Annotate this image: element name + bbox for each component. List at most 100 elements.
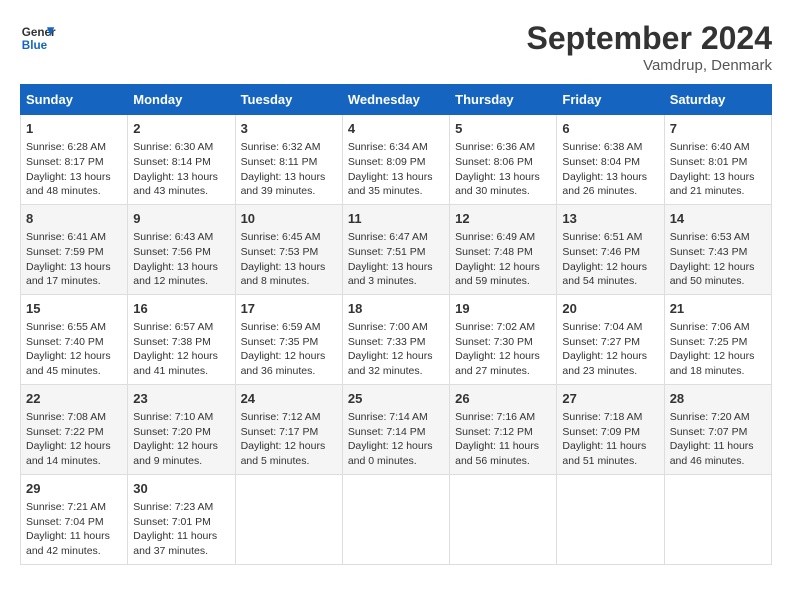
day-number: 19 [455,300,551,318]
day-number: 28 [670,390,766,408]
day-number: 22 [26,390,122,408]
day-info: Sunrise: 6:38 AM Sunset: 8:04 PM Dayligh… [562,140,658,199]
day-info: Sunrise: 6:47 AM Sunset: 7:51 PM Dayligh… [348,230,444,289]
day-number: 29 [26,480,122,498]
day-info: Sunrise: 6:43 AM Sunset: 7:56 PM Dayligh… [133,230,229,289]
day-number: 11 [348,210,444,228]
day-info: Sunrise: 7:14 AM Sunset: 7:14 PM Dayligh… [348,410,444,469]
day-number: 23 [133,390,229,408]
weekday-header-row: SundayMondayTuesdayWednesdayThursdayFrid… [21,85,772,115]
day-number: 13 [562,210,658,228]
calendar-cell: 18 Sunrise: 7:00 AM Sunset: 7:33 PM Dayli… [342,294,449,384]
day-number: 16 [133,300,229,318]
day-info: Sunrise: 6:49 AM Sunset: 7:48 PM Dayligh… [455,230,551,289]
week-row-4: 22 Sunrise: 7:08 AM Sunset: 7:22 PM Dayli… [21,384,772,474]
header: General Blue September 2024 Vamdrup, Den… [20,20,772,74]
day-info: Sunrise: 6:30 AM Sunset: 8:14 PM Dayligh… [133,140,229,199]
weekday-header-friday: Friday [557,85,664,115]
calendar-cell: 27 Sunrise: 7:18 AM Sunset: 7:09 PM Dayli… [557,384,664,474]
day-info: Sunrise: 7:12 AM Sunset: 7:17 PM Dayligh… [241,410,337,469]
day-number: 24 [241,390,337,408]
weekday-header-wednesday: Wednesday [342,85,449,115]
week-row-5: 29Sunrise: 7:21 AM Sunset: 7:04 PM Dayli… [21,474,772,564]
day-number: 17 [241,300,337,318]
week-row-2: 8Sunrise: 6:41 AM Sunset: 7:59 PM Daylig… [21,204,772,294]
calendar-cell: 6 Sunrise: 6:38 AM Sunset: 8:04 PM Daylig… [557,115,664,205]
day-number: 2 [133,120,229,138]
title-area: September 2024 Vamdrup, Denmark [527,20,772,74]
day-info: Sunrise: 7:00 AM Sunset: 7:33 PM Dayligh… [348,320,444,379]
day-number: 3 [241,120,337,138]
day-info: Sunrise: 7:10 AM Sunset: 7:20 PM Dayligh… [133,410,229,469]
day-info: Sunrise: 7:06 AM Sunset: 7:25 PM Dayligh… [670,320,766,379]
calendar-cell: 24 Sunrise: 7:12 AM Sunset: 7:17 PM Dayli… [235,384,342,474]
calendar-cell: 23 Sunrise: 7:10 AM Sunset: 7:20 PM Dayli… [128,384,235,474]
day-info: Sunrise: 6:51 AM Sunset: 7:46 PM Dayligh… [562,230,658,289]
calendar-cell [557,474,664,564]
day-number: 26 [455,390,551,408]
calendar-cell [342,474,449,564]
weekday-header-thursday: Thursday [450,85,557,115]
calendar-cell [664,474,771,564]
day-info: Sunrise: 6:28 AM Sunset: 8:17 PM Dayligh… [26,140,122,199]
day-info: Sunrise: 7:16 AM Sunset: 7:12 PM Dayligh… [455,410,551,469]
calendar-cell: 19 Sunrise: 7:02 AM Sunset: 7:30 PM Dayli… [450,294,557,384]
day-number: 20 [562,300,658,318]
calendar-cell: 4 Sunrise: 6:34 AM Sunset: 8:09 PM Daylig… [342,115,449,205]
day-info: Sunrise: 6:45 AM Sunset: 7:53 PM Dayligh… [241,230,337,289]
calendar-cell: 3 Sunrise: 6:32 AM Sunset: 8:11 PM Daylig… [235,115,342,205]
weekday-header-saturday: Saturday [664,85,771,115]
day-info: Sunrise: 7:18 AM Sunset: 7:09 PM Dayligh… [562,410,658,469]
week-row-1: 1 Sunrise: 6:28 AM Sunset: 8:17 PM Daylig… [21,115,772,205]
calendar-cell: 9Sunrise: 6:43 AM Sunset: 7:56 PM Daylig… [128,204,235,294]
svg-text:Blue: Blue [22,39,48,52]
calendar-cell [235,474,342,564]
day-info: Sunrise: 6:59 AM Sunset: 7:35 PM Dayligh… [241,320,337,379]
calendar-cell: 21Sunrise: 7:06 AM Sunset: 7:25 PM Dayli… [664,294,771,384]
day-info: Sunrise: 6:40 AM Sunset: 8:01 PM Dayligh… [670,140,766,199]
calendar-cell: 15Sunrise: 6:55 AM Sunset: 7:40 PM Dayli… [21,294,128,384]
day-number: 25 [348,390,444,408]
day-info: Sunrise: 6:57 AM Sunset: 7:38 PM Dayligh… [133,320,229,379]
day-number: 6 [562,120,658,138]
day-info: Sunrise: 6:53 AM Sunset: 7:43 PM Dayligh… [670,230,766,289]
day-number: 10 [241,210,337,228]
day-number: 15 [26,300,122,318]
calendar-cell: 29Sunrise: 7:21 AM Sunset: 7:04 PM Dayli… [21,474,128,564]
location: Vamdrup, Denmark [527,57,772,74]
day-info: Sunrise: 7:08 AM Sunset: 7:22 PM Dayligh… [26,410,122,469]
day-number: 1 [26,120,122,138]
day-number: 27 [562,390,658,408]
week-row-3: 15Sunrise: 6:55 AM Sunset: 7:40 PM Dayli… [21,294,772,384]
day-info: Sunrise: 6:32 AM Sunset: 8:11 PM Dayligh… [241,140,337,199]
day-info: Sunrise: 7:04 AM Sunset: 7:27 PM Dayligh… [562,320,658,379]
day-number: 5 [455,120,551,138]
calendar-cell: 16 Sunrise: 6:57 AM Sunset: 7:38 PM Dayli… [128,294,235,384]
calendar-cell: 1 Sunrise: 6:28 AM Sunset: 8:17 PM Daylig… [21,115,128,205]
calendar-cell: 14Sunrise: 6:53 AM Sunset: 7:43 PM Dayli… [664,204,771,294]
calendar-cell: 13 Sunrise: 6:51 AM Sunset: 7:46 PM Dayli… [557,204,664,294]
day-number: 7 [670,120,766,138]
calendar-cell: 30Sunrise: 7:23 AM Sunset: 7:01 PM Dayli… [128,474,235,564]
day-info: Sunrise: 7:02 AM Sunset: 7:30 PM Dayligh… [455,320,551,379]
calendar-cell: 17 Sunrise: 6:59 AM Sunset: 7:35 PM Dayli… [235,294,342,384]
logo: General Blue [20,20,56,56]
calendar-cell: 5 Sunrise: 6:36 AM Sunset: 8:06 PM Daylig… [450,115,557,205]
calendar-cell: 2 Sunrise: 6:30 AM Sunset: 8:14 PM Daylig… [128,115,235,205]
day-number: 4 [348,120,444,138]
calendar-cell: 11 Sunrise: 6:47 AM Sunset: 7:51 PM Dayli… [342,204,449,294]
weekday-header-tuesday: Tuesday [235,85,342,115]
day-number: 12 [455,210,551,228]
calendar-cell: 22 Sunrise: 7:08 AM Sunset: 7:22 PM Dayli… [21,384,128,474]
calendar-cell: 28Sunrise: 7:20 AM Sunset: 7:07 PM Dayli… [664,384,771,474]
calendar-cell [450,474,557,564]
day-number: 18 [348,300,444,318]
day-number: 8 [26,210,122,228]
day-info: Sunrise: 6:34 AM Sunset: 8:09 PM Dayligh… [348,140,444,199]
day-info: Sunrise: 6:36 AM Sunset: 8:06 PM Dayligh… [455,140,551,199]
weekday-header-monday: Monday [128,85,235,115]
month-title: September 2024 [527,20,772,57]
calendar-cell: 20 Sunrise: 7:04 AM Sunset: 7:27 PM Dayli… [557,294,664,384]
calendar-cell: 26 Sunrise: 7:16 AM Sunset: 7:12 PM Dayli… [450,384,557,474]
calendar-cell: 12 Sunrise: 6:49 AM Sunset: 7:48 PM Dayli… [450,204,557,294]
